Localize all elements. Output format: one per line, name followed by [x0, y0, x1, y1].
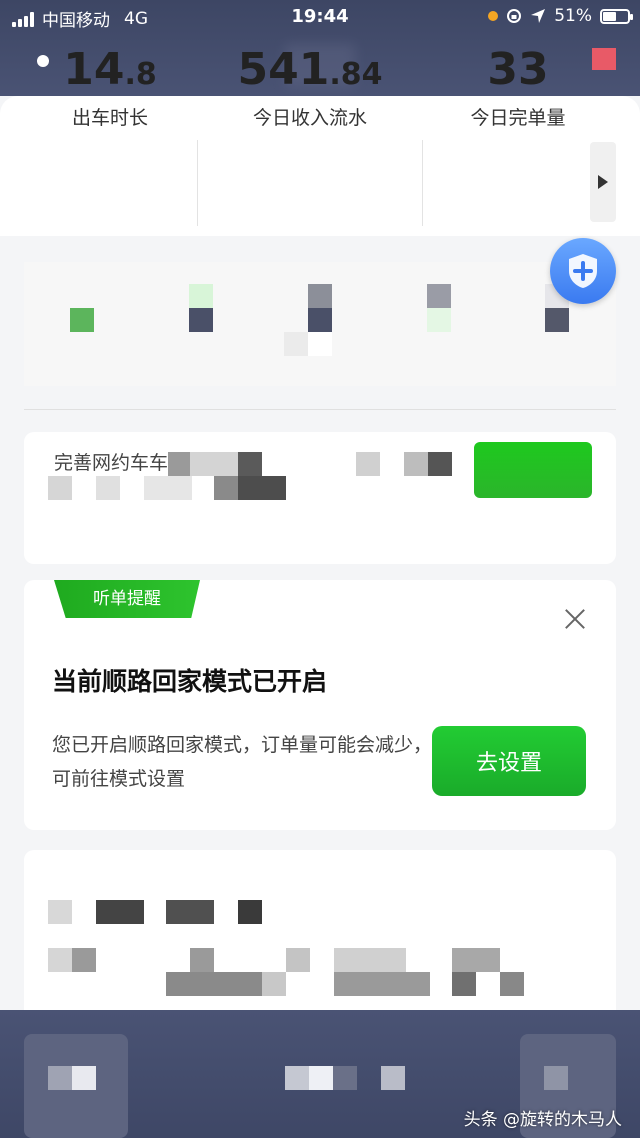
blurred-info-card[interactable] — [24, 850, 616, 1025]
stat-duration-value: 14.8 — [63, 44, 157, 95]
certification-button[interactable] — [474, 442, 592, 498]
watermark: 头条 @旋转的木马人 — [463, 1110, 622, 1130]
location-icon — [531, 9, 546, 23]
blurred-shortcut-row — [24, 262, 616, 386]
mic-indicator-icon — [488, 11, 499, 21]
reminder-title: 当前顺路回家模式已开启 — [52, 667, 328, 696]
section-divider — [24, 409, 616, 410]
close-icon[interactable] — [562, 606, 588, 632]
bottom-toolbar: 头条 @旋转的木马人 — [0, 1010, 640, 1138]
stat-income-label: 今日收入流水 — [252, 107, 367, 129]
stat-income-value: 541.84 — [237, 44, 383, 95]
safety-shield-icon[interactable] — [550, 238, 616, 304]
certification-text: 完善网约车车 — [54, 452, 169, 474]
stat-income[interactable]: 541.84 今日收入流水 — [220, 44, 400, 130]
stat-orders-value: 33 — [487, 44, 549, 95]
reminder-description: 您已开启顺路回家模式，订单量可能会减少，可前往模式设置 — [52, 734, 433, 790]
divider — [422, 140, 423, 226]
stat-duration-label: 出车时长 — [71, 107, 148, 129]
reminder-tag: 听单提醒 — [54, 580, 200, 618]
stat-orders-label: 今日完单量 — [470, 107, 566, 129]
status-bar: 中国移动 4G 19:44 51% — [0, 0, 640, 34]
go-settings-button[interactable]: 去设置 — [432, 726, 586, 796]
stat-orders[interactable]: 33 今日完单量 — [428, 44, 608, 130]
rotation-lock-icon — [507, 9, 522, 23]
stat-duration[interactable]: 14.8 出车时长 — [20, 44, 200, 130]
reminder-card: 听单提醒 当前顺路回家模式已开启 您已开启顺路回家模式，订单量可能会减少，可前往… — [24, 580, 616, 830]
chevron-right-icon[interactable] — [590, 142, 616, 222]
divider — [197, 140, 198, 226]
battery-icon — [600, 8, 633, 24]
battery-percent: 51% — [554, 6, 592, 26]
complete-certification-card[interactable]: 完善网约车车 — [24, 432, 616, 564]
